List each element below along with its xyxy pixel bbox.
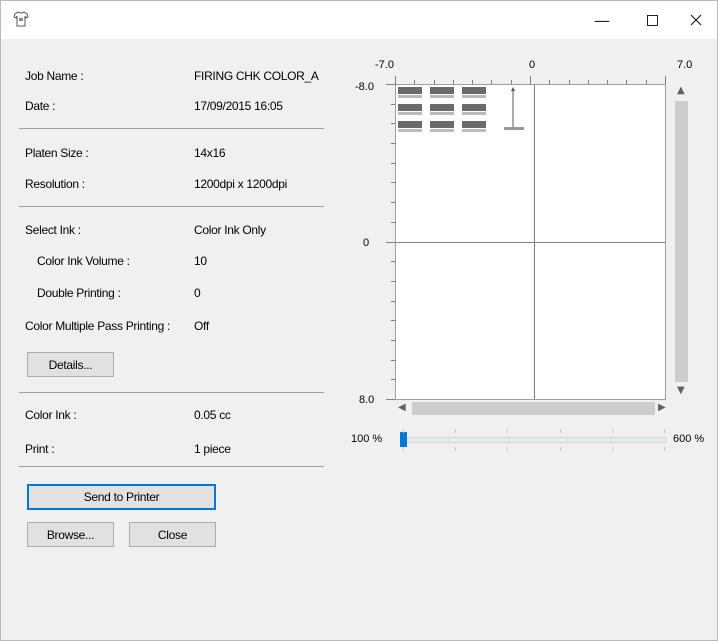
zoom-tick xyxy=(403,429,404,433)
ruler-tick xyxy=(530,76,531,84)
zoom-tick xyxy=(664,447,665,451)
close-icon xyxy=(690,14,702,26)
horizontal-center-line xyxy=(396,242,665,243)
resolution-value: 1200dpi x 1200dpi xyxy=(194,177,287,191)
title-bar: — xyxy=(1,1,717,39)
x-axis-max-label: 7.0 xyxy=(677,59,693,71)
y-axis-max-label: 8.0 xyxy=(359,394,375,406)
print-job-thumbnail xyxy=(398,87,524,132)
vertical-scrollbar[interactable]: ▲ ▼ xyxy=(673,84,690,400)
zoom-tick xyxy=(664,429,665,433)
date-label: Date : xyxy=(25,99,56,113)
zoom-tick xyxy=(559,429,561,433)
ruler-tick xyxy=(386,399,395,400)
separator xyxy=(19,206,324,207)
ruler-tick xyxy=(395,76,396,84)
zoom-tick xyxy=(507,447,509,451)
platen-size-label: Platen Size : xyxy=(25,146,89,160)
vertical-scroll-thumb[interactable] xyxy=(675,101,688,382)
close-button[interactable]: Close xyxy=(129,522,216,547)
zoom-slider-thumb[interactable] xyxy=(400,432,407,447)
zoom-tick xyxy=(455,447,457,451)
zoom-tick xyxy=(507,429,509,433)
multi-pass-label: Color Multiple Pass Printing : xyxy=(25,319,171,333)
tshirt-icon xyxy=(13,11,29,27)
send-to-printer-button[interactable]: Send to Printer xyxy=(27,484,216,510)
scroll-up-icon[interactable]: ▲ xyxy=(677,85,685,96)
scroll-left-icon[interactable]: ◀ xyxy=(398,402,406,413)
zoom-tick xyxy=(455,429,457,433)
print-dialog-window: — Job Name : FIRING CHK COLOR_A Date : 1… xyxy=(0,0,718,641)
double-printing-label: Double Printing : xyxy=(37,286,121,300)
print-value: 1 piece xyxy=(194,442,231,456)
minimize-button[interactable]: — xyxy=(579,1,625,39)
ruler-tick xyxy=(386,84,395,85)
job-name-value: FIRING CHK COLOR_A xyxy=(194,69,319,83)
x-axis-min-label: -7.0 xyxy=(375,59,394,71)
zoom-tick xyxy=(559,447,561,451)
horizontal-scrollbar[interactable]: ◀ ▶ xyxy=(395,400,673,417)
browse-button[interactable]: Browse... xyxy=(27,522,114,547)
details-button[interactable]: Details... xyxy=(27,352,114,377)
horizontal-scroll-thumb[interactable] xyxy=(412,402,655,415)
double-printing-value: 0 xyxy=(194,286,201,300)
print-preview-canvas[interactable] xyxy=(395,84,666,400)
vertical-ruler xyxy=(382,84,395,400)
maximize-button[interactable] xyxy=(629,1,675,39)
horizontal-ruler xyxy=(395,73,666,84)
color-ink-volume-label: Color Ink Volume : xyxy=(37,254,130,268)
zoom-tick xyxy=(403,447,404,451)
select-ink-label: Select Ink : xyxy=(25,223,81,237)
x-axis-zero-label: 0 xyxy=(529,59,536,71)
scroll-down-icon[interactable]: ▼ xyxy=(677,385,685,396)
multi-pass-value: Off xyxy=(194,319,209,333)
zoom-max-label: 600 % xyxy=(673,433,705,445)
color-ink-volume-value: 10 xyxy=(194,254,207,268)
date-value: 17/09/2015 16:05 xyxy=(194,99,283,113)
zoom-slider-track[interactable] xyxy=(403,437,666,443)
zoom-tick xyxy=(611,429,613,433)
zoom-min-label: 100 % xyxy=(351,433,383,445)
y-axis-zero-label: 0 xyxy=(363,237,370,249)
y-axis-min-label: -8.0 xyxy=(355,81,374,93)
separator xyxy=(19,128,324,129)
color-ink-label: Color Ink : xyxy=(25,408,77,422)
separator xyxy=(19,392,324,393)
zoom-tick xyxy=(611,447,613,451)
select-ink-value: Color Ink Only xyxy=(194,223,266,237)
job-name-label: Job Name : xyxy=(25,69,84,83)
separator xyxy=(19,466,324,467)
platen-size-value: 14x16 xyxy=(194,146,226,160)
scroll-right-icon[interactable]: ▶ xyxy=(658,402,666,413)
resolution-label: Resolution : xyxy=(25,177,85,191)
maximize-icon xyxy=(646,14,658,26)
ruler-tick xyxy=(665,76,666,84)
color-ink-value: 0.05 cc xyxy=(194,408,231,422)
print-label: Print : xyxy=(25,442,55,456)
ruler-tick xyxy=(386,241,395,243)
close-window-button[interactable] xyxy=(673,1,718,39)
